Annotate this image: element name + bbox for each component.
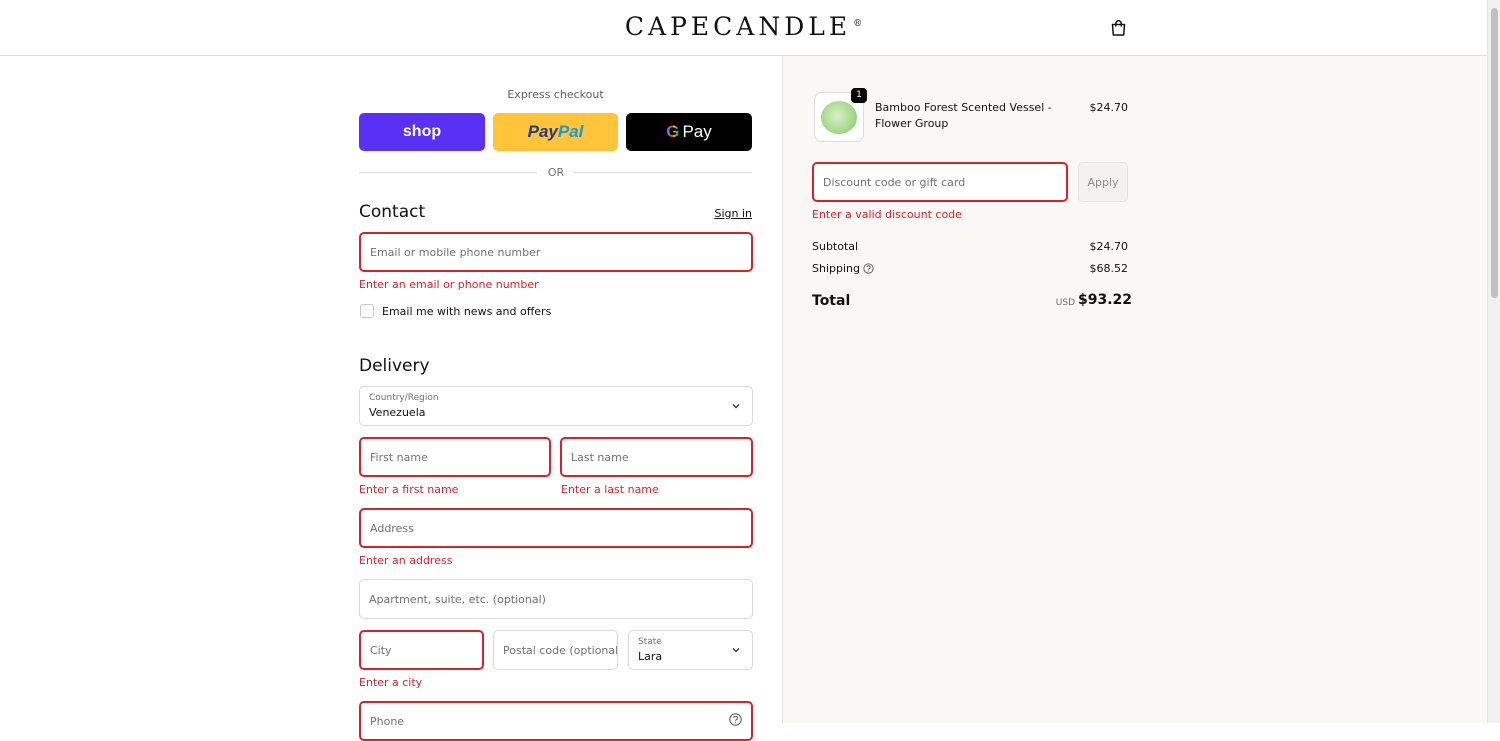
paypal-label-part2: Pal bbox=[557, 122, 584, 141]
sign-in-link[interactable]: Sign in bbox=[700, 207, 752, 220]
address-error: Enter an address bbox=[359, 554, 453, 567]
email-field[interactable] bbox=[359, 232, 753, 272]
subtotal-value: $24.70 bbox=[1089, 240, 1129, 253]
chevron-down-icon bbox=[732, 404, 740, 409]
last-name-field[interactable] bbox=[560, 437, 753, 477]
country-value: Venezuela bbox=[369, 406, 426, 419]
help-circle-icon[interactable] bbox=[729, 713, 742, 726]
delivery-heading: Delivery bbox=[359, 356, 430, 376]
quantity-badge: 1 bbox=[851, 88, 867, 103]
paypal-label-part1: Pay bbox=[527, 122, 558, 141]
or-divider-label: OR bbox=[547, 166, 565, 179]
country-select[interactable]: Country/Region Venezuela bbox=[359, 386, 753, 426]
shopping-bag-icon[interactable] bbox=[1110, 19, 1127, 37]
product-image bbox=[821, 101, 857, 134]
state-select[interactable]: State Lara bbox=[628, 630, 753, 670]
total-label: Total bbox=[812, 293, 851, 309]
email-error: Enter an email or phone number bbox=[359, 278, 539, 291]
total-currency: USD bbox=[1055, 298, 1075, 308]
google-pay-label: Pay bbox=[682, 122, 712, 141]
newsletter-label: Email me with news and offers bbox=[382, 305, 552, 318]
order-summary-panel bbox=[782, 56, 1487, 723]
phone-field[interactable] bbox=[359, 701, 753, 741]
newsletter-checkbox[interactable] bbox=[360, 304, 374, 318]
or-divider-right bbox=[574, 172, 752, 173]
first-name-error: Enter a first name bbox=[359, 483, 459, 496]
shop-pay-label: shop bbox=[402, 123, 442, 140]
scrollbar-thumb[interactable] bbox=[1491, 8, 1498, 298]
page-scrollbar[interactable] bbox=[1487, 0, 1500, 723]
discount-error: Enter a valid discount code bbox=[812, 208, 962, 221]
help-circle-icon[interactable] bbox=[863, 263, 874, 274]
google-pay-button[interactable]: G Pay bbox=[626, 113, 752, 151]
chevron-down-icon bbox=[732, 648, 740, 653]
site-header: CAPECANDLE ® bbox=[0, 0, 1487, 56]
state-value: Lara bbox=[638, 650, 663, 663]
postal-code-field[interactable] bbox=[493, 630, 618, 670]
shop-pay-button[interactable]: shop bbox=[359, 113, 485, 151]
brand-logo[interactable]: CAPECANDLE ® bbox=[0, 12, 1487, 41]
shipping-value: $68.52 bbox=[1089, 262, 1129, 275]
city-field[interactable] bbox=[359, 630, 484, 670]
subtotal-label: Subtotal bbox=[812, 240, 859, 253]
country-caption: Country/Region bbox=[369, 393, 439, 403]
registered-mark: ® bbox=[853, 18, 863, 29]
apartment-field[interactable] bbox=[359, 579, 753, 619]
express-checkout-label: Express checkout bbox=[507, 88, 604, 101]
paypal-button[interactable]: Pay Pal bbox=[493, 113, 618, 151]
last-name-error: Enter a last name bbox=[561, 483, 659, 496]
first-name-field[interactable] bbox=[359, 437, 551, 477]
google-g-icon: G bbox=[666, 122, 680, 141]
shipping-row-label: Shipping bbox=[812, 262, 874, 275]
state-caption: State bbox=[638, 637, 662, 647]
contact-heading: Contact bbox=[359, 202, 426, 222]
total-value: $93.22 bbox=[1078, 292, 1133, 308]
shipping-label: Shipping bbox=[812, 262, 860, 275]
discount-code-field[interactable] bbox=[812, 162, 1068, 202]
product-name: Bamboo Forest Scented Vessel - Flower Gr… bbox=[875, 101, 1052, 130]
apply-discount-button[interactable]: Apply bbox=[1078, 162, 1128, 202]
city-error: Enter a city bbox=[359, 676, 423, 689]
brand-name: CAPECANDLE bbox=[624, 12, 852, 41]
or-divider-left bbox=[359, 172, 537, 173]
product-price: $24.70 bbox=[1089, 101, 1129, 114]
address-field[interactable] bbox=[359, 508, 753, 548]
